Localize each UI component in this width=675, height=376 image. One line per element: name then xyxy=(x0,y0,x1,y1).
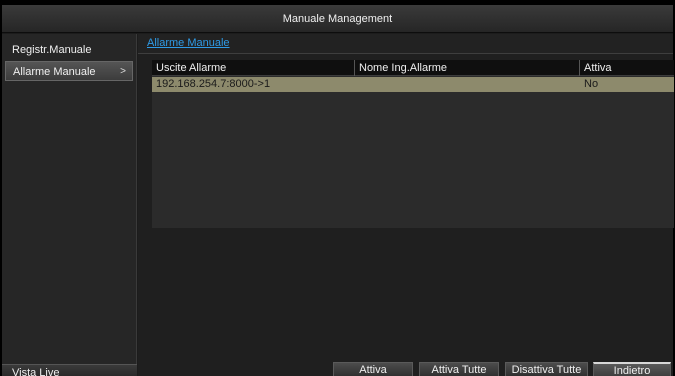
sidebar: Registr.Manuale Allarme Manuale > Vista … xyxy=(2,34,137,376)
manual-management-window: Manuale Management Registr.Manuale Allar… xyxy=(2,5,674,376)
sidebar-item-manual-alarm[interactable]: Allarme Manuale > xyxy=(5,61,133,81)
column-header-alarm-input-name[interactable]: Nome Ing.Allarme xyxy=(355,60,580,76)
alarm-output-table: Uscite Allarme Nome Ing.Allarme Attiva 1… xyxy=(152,60,674,228)
live-view-button[interactable]: Vista Live xyxy=(2,364,137,376)
activate-all-button[interactable]: Attiva Tutte xyxy=(419,362,499,376)
tab-bar: Allarme Manuale xyxy=(138,34,673,54)
tab-manual-alarm[interactable]: Allarme Manuale xyxy=(147,37,230,49)
sidebar-item-manual-record[interactable]: Registr.Manuale xyxy=(2,40,136,60)
chevron-right-icon: > xyxy=(120,66,126,77)
column-header-alarm-output[interactable]: Uscite Allarme xyxy=(152,60,355,76)
cell-active: No xyxy=(584,78,599,90)
main-panel: Allarme Manuale Uscite Allarme Nome Ing.… xyxy=(138,34,674,376)
sidebar-item-label: Registr.Manuale xyxy=(12,44,92,56)
column-header-active[interactable]: Attiva xyxy=(580,60,674,76)
activate-button[interactable]: Attiva xyxy=(333,362,413,376)
cell-alarm-output: 192.168.254.7:8000->1 xyxy=(156,78,271,90)
table-row[interactable]: 192.168.254.7:8000->1 No xyxy=(152,77,674,92)
back-button[interactable]: Indietro xyxy=(593,362,671,376)
table-header: Uscite Allarme Nome Ing.Allarme Attiva xyxy=(152,60,674,76)
button-bar: Attiva Attiva Tutte Disattiva Tutte Indi… xyxy=(138,362,673,376)
window-title: Manuale Management xyxy=(2,5,673,33)
cell-alarm-input-name xyxy=(355,77,580,92)
deactivate-all-button[interactable]: Disattiva Tutte xyxy=(505,362,588,376)
sidebar-item-label: Allarme Manuale xyxy=(13,66,96,78)
